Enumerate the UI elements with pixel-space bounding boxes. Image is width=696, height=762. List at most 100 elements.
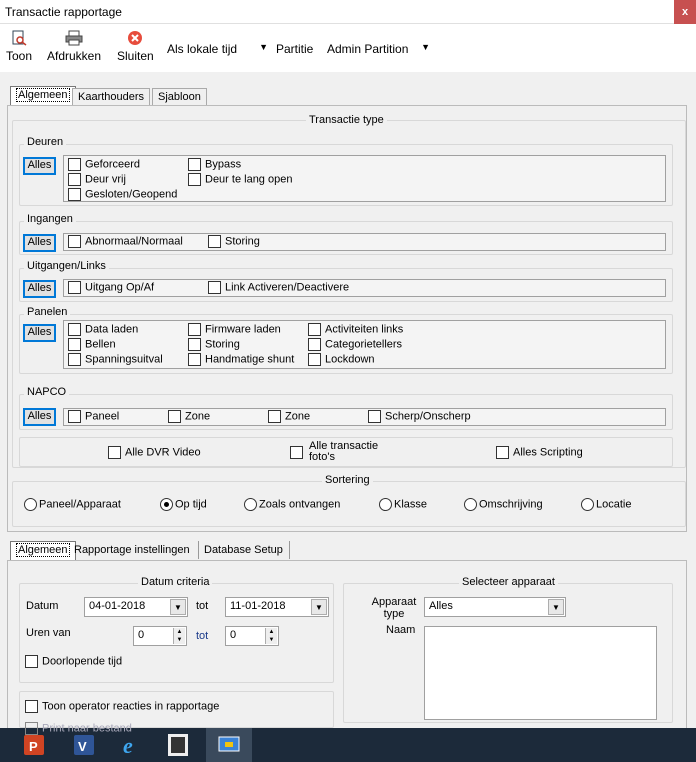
checkbox-link-activeren[interactable]: Link Activeren/Deactivere bbox=[208, 281, 349, 294]
tab-rapportage-instellingen[interactable]: Rapportage instellingen bbox=[74, 544, 190, 556]
checkbox-alles-scripting[interactable]: Alles Scripting bbox=[496, 446, 583, 459]
radio-op-tijd[interactable]: Op tijd bbox=[160, 498, 207, 511]
radio-zoals-ontvangen[interactable]: Zoals ontvangen bbox=[244, 498, 340, 511]
checkbox-alle-dvr-video[interactable]: Alle DVR Video bbox=[108, 446, 201, 459]
checkbox-spanningsuitval[interactable]: Spanningsuitval bbox=[68, 353, 163, 366]
spinner-arrows-icon: ▲ ▼ bbox=[265, 628, 277, 644]
checkbox-data-laden[interactable]: Data laden bbox=[68, 323, 138, 336]
link-activeren-label: Link Activeren/Deactivere bbox=[225, 281, 350, 294]
date-to-picker[interactable]: 11-01-2018 ▼ bbox=[225, 597, 329, 617]
checkbox-gesloten-geopend[interactable]: Gesloten/Geopend bbox=[68, 188, 177, 201]
ingangen-title: Ingangen bbox=[24, 213, 76, 225]
handmatige-shunt-label: Handmatige shunt bbox=[205, 353, 295, 366]
uren-from-stepper[interactable]: 0 ▲ ▼ bbox=[133, 626, 187, 646]
firmware-laden-label: Firmware laden bbox=[205, 323, 281, 336]
checkbox-zone-2[interactable]: Zone bbox=[268, 410, 310, 423]
spanningsuitval-label: Spanningsuitval bbox=[85, 353, 163, 366]
napco-alles-button[interactable]: Alles bbox=[23, 408, 56, 426]
gesloten-geopend-label: Gesloten/Geopend bbox=[85, 188, 178, 201]
radio-omschrijving[interactable]: Omschrijving bbox=[464, 498, 543, 511]
napco-title: NAPCO bbox=[24, 386, 70, 398]
uitgangen-alles-button[interactable]: Alles bbox=[23, 280, 56, 298]
tab-separator bbox=[198, 541, 199, 559]
uren-to-stepper[interactable]: 0 ▲ ▼ bbox=[225, 626, 279, 646]
afdrukken-button[interactable]: Afdrukken bbox=[47, 30, 101, 63]
naam-listbox[interactable] bbox=[424, 626, 657, 720]
radio-locatie[interactable]: Locatie bbox=[581, 498, 631, 511]
checkbox-firmware-laden[interactable]: Firmware laden bbox=[188, 323, 281, 336]
checkbox-deur-te-lang-open[interactable]: Deur te lang open bbox=[188, 173, 292, 186]
apparaat-type-select[interactable]: Alles ▼ bbox=[424, 597, 566, 617]
screen-app-icon[interactable] bbox=[215, 731, 243, 759]
taskbar: Print naar bestand P V e bbox=[0, 722, 696, 762]
checkbox-deur-vrij[interactable]: Deur vrij bbox=[68, 173, 126, 186]
app-icon[interactable] bbox=[164, 731, 192, 759]
checkbox-abnormaal-normaal[interactable]: Abnormaal/Normaal bbox=[68, 235, 183, 248]
printer-icon bbox=[65, 30, 83, 46]
close-circle-icon bbox=[128, 31, 143, 45]
checkbox-paneel[interactable]: Paneel bbox=[68, 410, 119, 423]
radio-paneel-apparaat[interactable]: Paneel/Apparaat bbox=[24, 498, 121, 511]
deur-te-lang-open-label: Deur te lang open bbox=[205, 173, 293, 186]
chevron-down-icon: ▼ bbox=[170, 599, 186, 615]
svg-text:P: P bbox=[29, 739, 38, 754]
date-from-picker[interactable]: 04-01-2018 ▼ bbox=[84, 597, 188, 617]
naam-label: Naam bbox=[386, 624, 416, 636]
visio-icon[interactable]: V bbox=[70, 731, 98, 759]
checkbox-bellen[interactable]: Bellen bbox=[68, 338, 116, 351]
panelen-checkbox-list: Data laden Firmware laden Activiteiten l… bbox=[63, 320, 666, 369]
checkbox-bypass[interactable]: Bypass bbox=[188, 158, 241, 171]
powerpoint-icon[interactable]: P bbox=[20, 731, 48, 759]
sluiten-button[interactable]: Sluiten bbox=[117, 30, 154, 63]
tab-bottom-algemeen[interactable]: Algemeen bbox=[10, 541, 76, 560]
lockdown-label: Lockdown bbox=[325, 353, 375, 366]
window-title: Transactie rapportage bbox=[5, 5, 122, 19]
checkbox-handmatige-shunt[interactable]: Handmatige shunt bbox=[188, 353, 294, 366]
data-laden-label: Data laden bbox=[85, 323, 139, 336]
zoals-ontvangen-label: Zoals ontvangen bbox=[259, 498, 341, 511]
internet-explorer-icon[interactable]: e bbox=[118, 731, 146, 759]
sortering-title: Sortering bbox=[322, 474, 373, 486]
checkbox-uitgang-op-af[interactable]: Uitgang Op/Af bbox=[68, 281, 154, 294]
deur-vrij-label: Deur vrij bbox=[85, 173, 126, 186]
alles-scripting-label: Alles Scripting bbox=[513, 446, 583, 459]
checkbox-toon-operator-reacties[interactable]: Toon operator reacties in rapportage bbox=[25, 700, 219, 713]
checkbox-categorietellers[interactable]: Categorietellers bbox=[308, 338, 402, 351]
checkbox-activiteiten-links[interactable]: Activiteiten links bbox=[308, 323, 403, 336]
checkbox-panelen-storing[interactable]: Storing bbox=[188, 338, 240, 351]
datum-label: Datum bbox=[26, 600, 59, 612]
tab-database-setup[interactable]: Database Setup bbox=[204, 544, 283, 556]
panelen-alles-button[interactable]: Alles bbox=[23, 324, 56, 342]
chevron-down-icon: ▼ bbox=[259, 42, 268, 52]
tot-label: tot bbox=[196, 600, 209, 612]
checkbox-geforceerd[interactable]: Geforceerd bbox=[68, 158, 140, 171]
close-button[interactable]: x bbox=[674, 0, 696, 24]
time-mode-value: Als lokale tijd bbox=[167, 42, 238, 56]
radio-klasse[interactable]: Klasse bbox=[379, 498, 427, 511]
deuren-title: Deuren bbox=[24, 136, 67, 148]
omschrijving-label: Omschrijving bbox=[479, 498, 543, 511]
deuren-alles-button[interactable]: Alles bbox=[23, 157, 56, 175]
checkbox-zone-1[interactable]: Zone bbox=[168, 410, 210, 423]
partitie-select[interactable]: Admin Partition ▼ bbox=[322, 38, 434, 60]
checkbox-storing[interactable]: Storing bbox=[208, 235, 260, 248]
toon-button[interactable]: Toon bbox=[6, 30, 32, 63]
chevron-down-icon: ▼ bbox=[421, 42, 430, 52]
uren-van-label: Uren van bbox=[26, 627, 71, 639]
ingangen-alles-button[interactable]: Alles bbox=[23, 234, 56, 252]
bellen-label: Bellen bbox=[85, 338, 116, 351]
uitgang-op-af-label: Uitgang Op/Af bbox=[85, 281, 155, 294]
uitgangen-checkbox-list: Uitgang Op/Af Link Activeren/Deactivere bbox=[63, 279, 666, 297]
checkbox-scherp-onscherp[interactable]: Scherp/Onscherp bbox=[368, 410, 471, 423]
paneel-label: Paneel bbox=[85, 410, 120, 423]
tab-algemeen[interactable]: Algemeen bbox=[10, 86, 76, 105]
checkbox-alle-transactie-fotos[interactable]: Alle transactie foto's bbox=[290, 441, 400, 463]
checkbox-doorlopende-tijd[interactable]: Doorlopende tijd bbox=[25, 655, 122, 668]
checkbox-lockdown[interactable]: Lockdown bbox=[308, 353, 375, 366]
time-mode-select[interactable]: Als lokale tijd ▼ bbox=[162, 38, 272, 60]
uren-to-value: 0 bbox=[230, 629, 237, 641]
alle-transactie-fotos-label: Alle transactie foto's bbox=[309, 440, 379, 463]
paneel-apparaat-label: Paneel/Apparaat bbox=[39, 498, 121, 511]
uren-tot-label: tot bbox=[196, 630, 209, 642]
op-tijd-label: Op tijd bbox=[175, 498, 207, 511]
